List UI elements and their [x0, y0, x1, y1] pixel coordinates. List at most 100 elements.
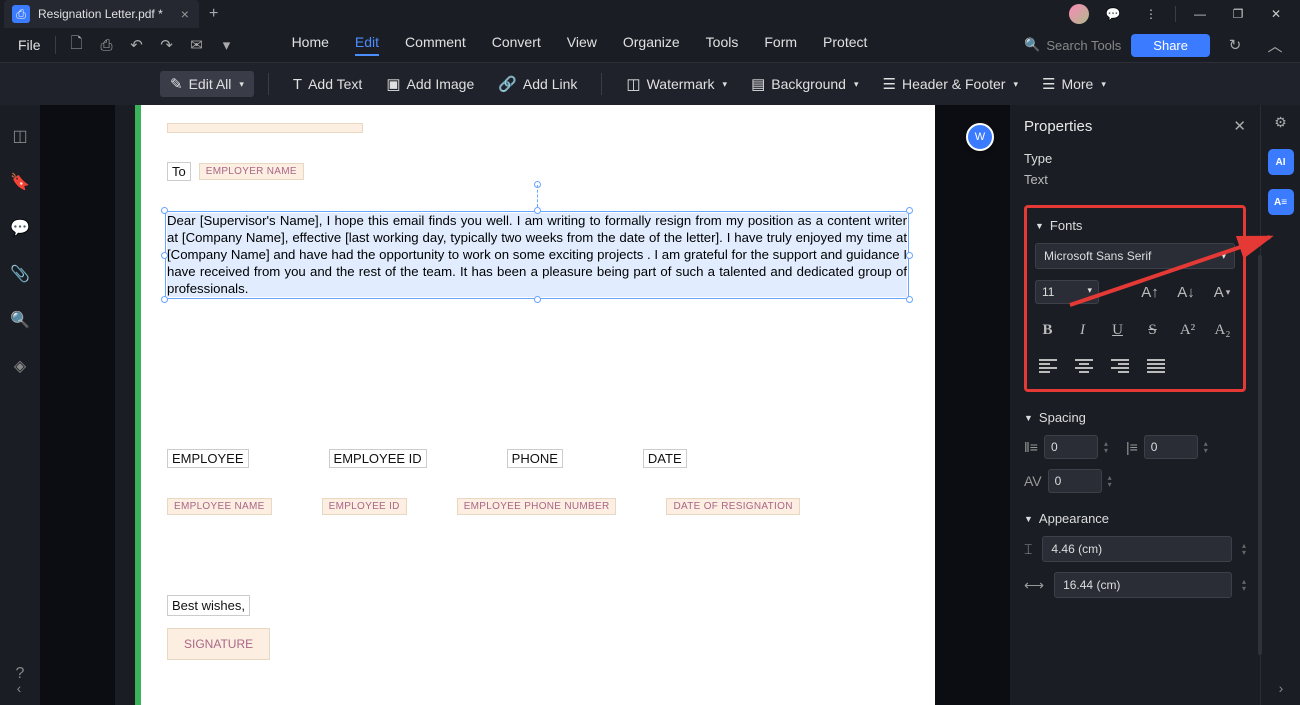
menu-form[interactable]: Form — [764, 34, 797, 56]
menu-convert[interactable]: Convert — [492, 34, 541, 56]
header-icon: ☰ — [883, 75, 896, 93]
ph-emp-id[interactable]: EMPLOYEE ID — [322, 498, 407, 515]
avatar[interactable] — [1069, 4, 1089, 24]
char-spacing-icon: |≡ — [1126, 439, 1138, 455]
spinner[interactable]: ▴▾ — [1104, 440, 1108, 454]
menu-home[interactable]: Home — [292, 34, 329, 56]
layers-icon[interactable]: ◈ — [9, 355, 31, 377]
appearance-collapse[interactable]: ▼Appearance — [1024, 511, 1246, 526]
more-icon[interactable]: ⋮ — [1137, 3, 1165, 25]
subscript-button[interactable]: A₂ — [1210, 317, 1235, 343]
ph-emp-name[interactable]: EMPLOYEE NAME — [167, 498, 272, 515]
ai-translate-icon[interactable]: A≡ — [1268, 189, 1294, 215]
font-size-select[interactable]: 11▾ — [1035, 280, 1099, 304]
selected-text-box[interactable]: Dear [Supervisor's Name], I hope this em… — [165, 211, 909, 299]
cloud-icon[interactable]: ↻ — [1223, 33, 1247, 57]
close-tab-icon[interactable]: × — [181, 6, 189, 22]
save-icon[interactable]: 🗋 — [65, 33, 89, 57]
spinner[interactable]: ▴▾ — [1204, 440, 1208, 454]
menu-comment[interactable]: Comment — [405, 34, 466, 56]
menu-tools[interactable]: Tools — [706, 34, 739, 56]
image-icon: ▣ — [386, 75, 400, 93]
link-icon: 🔗 — [498, 75, 517, 93]
increase-size-icon[interactable]: A↑ — [1137, 279, 1163, 305]
width-input[interactable] — [1042, 536, 1232, 562]
menu-edit[interactable]: Edit — [355, 34, 379, 56]
font-family-select[interactable]: Microsoft Sans Serif▾ — [1035, 243, 1235, 269]
dropdown-icon[interactable]: ▾ — [215, 33, 239, 57]
settings-icon[interactable]: ⚙ — [1268, 109, 1294, 135]
char-spacing-input[interactable] — [1144, 435, 1198, 459]
edit-all-button[interactable]: ✎Edit All▾ — [160, 71, 254, 97]
page[interactable]: To EMPLOYER NAME Dear [Supervisor's Name… — [135, 105, 935, 705]
spinner[interactable]: ▴▾ — [1242, 578, 1246, 592]
comments-icon[interactable]: 💬 — [9, 217, 31, 239]
line-spacing-input[interactable] — [1044, 435, 1098, 459]
nav-next-icon[interactable]: › — [1270, 677, 1292, 699]
bold-button[interactable]: B — [1035, 317, 1060, 343]
spacing-collapse[interactable]: ▼Spacing — [1024, 410, 1246, 425]
thumbnails-icon[interactable]: ◫ — [9, 125, 31, 147]
mail-icon[interactable]: ✉ — [185, 33, 209, 57]
ai-assistant-icon[interactable]: W — [966, 123, 994, 151]
employer-placeholder[interactable]: EMPLOYER NAME — [199, 163, 304, 180]
menu-protect[interactable]: Protect — [823, 34, 867, 56]
fonts-collapse[interactable]: ▼Fonts — [1035, 218, 1235, 233]
share-button[interactable]: Share — [1131, 34, 1210, 57]
minimize-icon[interactable]: — — [1186, 3, 1214, 25]
av-spacing-input[interactable] — [1048, 469, 1102, 493]
label-phone[interactable]: PHONE — [507, 449, 563, 468]
undo-icon[interactable]: ↶ — [125, 33, 149, 57]
to-label[interactable]: To — [167, 162, 191, 181]
search-icon: 🔍 — [1024, 37, 1040, 53]
add-tab-icon[interactable]: + — [209, 5, 218, 23]
align-left-button[interactable] — [1035, 355, 1061, 377]
add-link-button[interactable]: 🔗Add Link — [488, 71, 587, 97]
print-icon[interactable]: ⎙ — [95, 33, 119, 57]
close-properties-icon[interactable]: ✕ — [1233, 117, 1246, 135]
file-menu[interactable]: File — [10, 37, 49, 53]
more-button[interactable]: ☰More▾ — [1032, 71, 1116, 97]
font-color-icon[interactable]: A▾ — [1209, 279, 1235, 305]
redo-icon[interactable]: ↷ — [155, 33, 179, 57]
watermark-button[interactable]: ◫Watermark▾ — [616, 71, 737, 97]
superscript-button[interactable]: A² — [1175, 317, 1200, 343]
bookmarks-icon[interactable]: 🔖 — [9, 171, 31, 193]
nav-prev-icon[interactable]: ‹ — [8, 677, 30, 699]
add-text-button[interactable]: TAdd Text — [283, 72, 372, 97]
body-text[interactable]: Dear [Supervisor's Name], I hope this em… — [167, 213, 907, 297]
italic-button[interactable]: I — [1070, 317, 1095, 343]
underline-button[interactable]: U — [1105, 317, 1130, 343]
attachments-icon[interactable]: 📎 — [9, 263, 31, 285]
header-footer-button[interactable]: ☰Header & Footer▾ — [873, 71, 1028, 97]
search-rail-icon[interactable]: 🔍 — [9, 309, 31, 331]
label-employee-id[interactable]: EMPLOYEE ID — [329, 449, 427, 468]
menu-view[interactable]: View — [567, 34, 597, 56]
spinner[interactable]: ▴▾ — [1242, 542, 1246, 556]
menu-organize[interactable]: Organize — [623, 34, 680, 56]
add-image-button[interactable]: ▣Add Image — [376, 71, 484, 97]
signature-placeholder[interactable]: SIGNATURE — [167, 628, 270, 660]
align-center-button[interactable] — [1071, 355, 1097, 377]
maximize-icon[interactable]: ❐ — [1224, 3, 1252, 25]
align-right-button[interactable] — [1107, 355, 1133, 377]
label-date[interactable]: DATE — [643, 449, 687, 468]
closing-text[interactable]: Best wishes, — [167, 595, 250, 616]
ph-date[interactable]: DATE OF RESIGNATION — [666, 498, 799, 515]
collapse-icon[interactable]: ︿ — [1263, 33, 1287, 57]
label-employee[interactable]: EMPLOYEE — [167, 449, 249, 468]
background-button[interactable]: ▤Background▾ — [741, 71, 868, 97]
height-input[interactable] — [1054, 572, 1232, 598]
ai-icon[interactable]: AI — [1268, 149, 1294, 175]
search-tools[interactable]: 🔍 Search Tools — [1024, 37, 1121, 53]
chat-icon[interactable]: 💬 — [1099, 3, 1127, 25]
decrease-size-icon[interactable]: A↓ — [1173, 279, 1199, 305]
close-window-icon[interactable]: ✕ — [1262, 3, 1290, 25]
align-justify-button[interactable] — [1143, 355, 1169, 377]
document-tab[interactable]: ⎙ Resignation Letter.pdf * × — [4, 0, 199, 28]
appearance-section: ▼Appearance ⌶▴▾ ⟷▴▾ — [1024, 511, 1246, 598]
ph-phone[interactable]: EMPLOYEE PHONE NUMBER — [457, 498, 617, 515]
spinner[interactable]: ▴▾ — [1108, 474, 1112, 488]
scrollbar[interactable] — [1258, 255, 1262, 655]
strikethrough-button[interactable]: S — [1140, 317, 1165, 343]
